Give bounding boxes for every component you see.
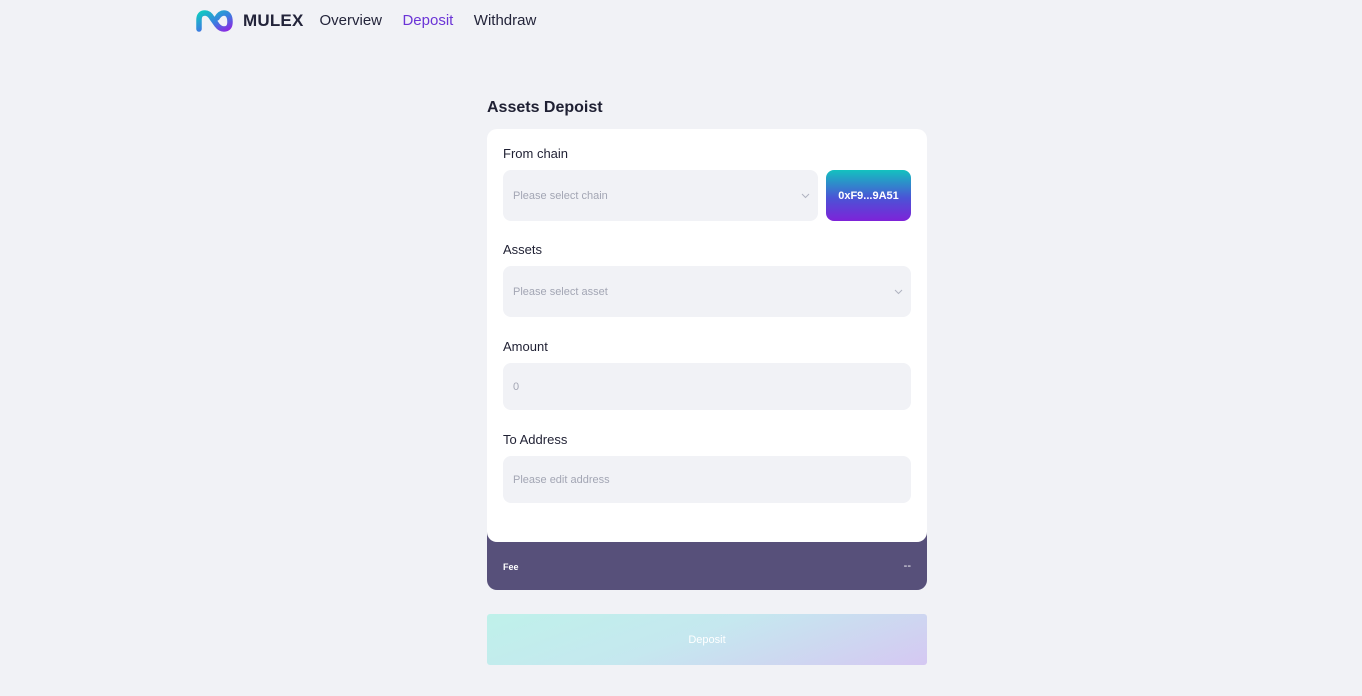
top-nav-bar: MULEX Overview Deposit Withdraw (194, 8, 552, 34)
assets-placeholder: Please select asset (513, 285, 608, 298)
from-chain-row: Please select chain 0xF9...9A51 (503, 170, 911, 221)
to-address-label: To Address (503, 432, 568, 447)
amount-label: Amount (503, 339, 548, 354)
from-chain-label: From chain (503, 146, 569, 161)
brand-logo[interactable]: MULEX (194, 9, 304, 33)
chevron-down-icon (801, 193, 810, 199)
amount-input[interactable] (503, 363, 911, 410)
brand-name: MULEX (243, 11, 304, 30)
nav-overview[interactable]: Overview (320, 12, 383, 29)
page-title: Assets Depoist (487, 99, 603, 116)
wallet-address-button[interactable]: 0xF9...9A51 (826, 170, 911, 221)
from-chain-placeholder: Please select chain (513, 189, 608, 202)
fee-value: -- (903, 560, 911, 572)
assets-select[interactable]: Please select asset (503, 266, 911, 317)
nav-deposit[interactable]: Deposit (402, 12, 453, 29)
fee-label: Fee (503, 562, 519, 572)
assets-label: Assets (503, 242, 543, 257)
to-address-input[interactable] (503, 456, 911, 503)
deposit-card: From chain Please select chain 0xF9...9A… (487, 129, 927, 542)
mulex-logo-icon (194, 9, 235, 33)
from-chain-select[interactable]: Please select chain (503, 170, 818, 221)
nav-withdraw[interactable]: Withdraw (474, 12, 537, 29)
deposit-form: From chain Please select chain 0xF9...9A… (487, 129, 927, 590)
deposit-submit-button[interactable]: Deposit (487, 614, 927, 665)
chevron-down-icon (894, 289, 903, 295)
main-nav: Overview Deposit Withdraw (320, 12, 553, 30)
